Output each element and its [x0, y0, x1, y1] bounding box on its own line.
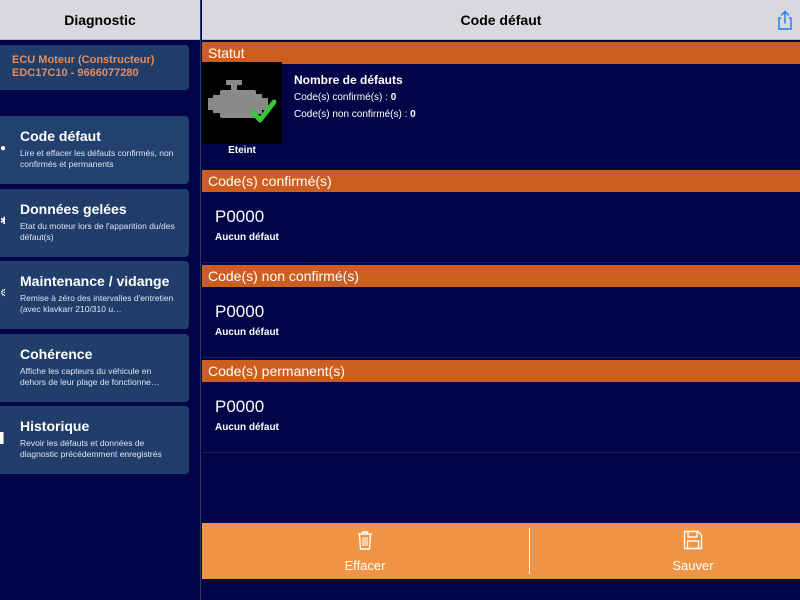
unconfirmed-code: P0000	[215, 302, 265, 321]
confirmed-count-label: Code(s) confirmé(s) :	[294, 92, 391, 103]
main-panel: Code défaut Statut Eteint Nombre de défa…	[202, 0, 800, 600]
unconfirmed-count-value: 0	[410, 109, 416, 120]
sidebar-item-title: Cohérence	[20, 346, 93, 362]
main-header: Code défaut	[202, 0, 800, 40]
unconfirmed-count-label: Code(s) non confirmé(s) :	[294, 109, 411, 120]
section-header-unconfirmed: Code(s) non confirmé(s)	[202, 265, 800, 287]
floppy-disk-icon	[683, 530, 703, 549]
sidebar-item-code-defaut[interactable]: ● Code défaut Lire et effacer les défaut…	[0, 116, 189, 184]
action-bar: Effacer Sauver	[202, 523, 800, 579]
unconfirmed-code-description: Aucun défaut	[215, 327, 279, 338]
sidebar-item-title: Historique	[20, 418, 90, 434]
sidebar: Diagnostic ECU Moteur (Constructeur) EDC…	[0, 0, 201, 600]
ecu-reference: EDC17C10 - 9666077280	[12, 67, 139, 79]
sidebar-item-title: Maintenance / vidange	[20, 273, 170, 289]
divider	[202, 262, 800, 263]
section-header-statut: Statut	[202, 42, 800, 64]
sidebar-item-description: Etat du moteur lors de l'apparition du/d…	[20, 221, 175, 242]
confirmed-count-line: Code(s) confirmé(s) : 0	[294, 92, 396, 103]
sidebar-item-description: Affiche les capteurs du véhicule en deho…	[20, 366, 160, 387]
sidebar-item-donnees-gelees[interactable]: ✱ Données gelées Etat du moteur lors de …	[0, 189, 189, 257]
ecu-name: ECU Moteur (Constructeur)	[12, 54, 155, 66]
action-bar-separator	[529, 528, 530, 574]
ecu-info: ECU Moteur (Constructeur) EDC17C10 - 966…	[0, 45, 189, 90]
confirmed-count-value: 0	[390, 92, 397, 103]
sidebar-item-historique[interactable]: ▌ Historique Revoir les défauts et donné…	[0, 406, 189, 474]
sidebar-item-coherence[interactable]: Cohérence Affiche les capteurs du véhicu…	[0, 334, 189, 402]
save-button[interactable]: Sauver	[544, 523, 800, 579]
sidebar-item-description: Revoir les défauts et données de diagnos…	[20, 438, 162, 459]
sidebar-item-maintenance[interactable]: ⚙ Maintenance / vidange Remise à zéro de…	[0, 261, 189, 329]
engine-check-icon	[202, 62, 282, 144]
divider	[202, 357, 800, 358]
fault-count-title: Nombre de défauts	[294, 73, 403, 87]
diagnostic-icon: ●	[0, 143, 5, 154]
sidebar-item-title: Code défaut	[20, 128, 101, 144]
clear-button[interactable]: Effacer	[216, 523, 514, 579]
confirmed-code-description: Aucun défaut	[215, 232, 279, 243]
permanent-code: P0000	[215, 397, 265, 416]
bottom-spacer	[202, 579, 800, 600]
sidebar-header: Diagnostic	[0, 0, 200, 40]
sidebar-item-description: Remise à zéro des intervalles d'entretie…	[20, 293, 174, 314]
share-icon[interactable]	[776, 10, 794, 30]
section-header-permanent: Code(s) permanent(s)	[202, 360, 800, 382]
divider	[202, 452, 800, 453]
trash-icon	[358, 530, 372, 550]
permanent-code-description: Aucun défaut	[215, 422, 279, 433]
clear-button-label: Effacer	[344, 557, 386, 573]
snowflake-icon: ✱	[0, 216, 5, 227]
unconfirmed-count-line: Code(s) non confirmé(s) : 0	[294, 109, 416, 120]
sidebar-item-title: Données gelées	[20, 201, 127, 217]
save-button-label: Sauver	[672, 557, 714, 573]
confirmed-code: P0000	[215, 207, 265, 226]
section-header-confirmed: Code(s) confirmé(s)	[202, 170, 800, 192]
sidebar-item-description: Lire et effacer les défauts confirmés, n…	[20, 148, 174, 169]
wrench-icon: ⚙	[0, 288, 5, 299]
history-icon: ▌	[0, 433, 5, 444]
sidebar-title: Diagnostic	[64, 11, 136, 28]
page-title: Code défaut	[460, 11, 542, 28]
engine-state-label: Eteint	[228, 145, 256, 156]
